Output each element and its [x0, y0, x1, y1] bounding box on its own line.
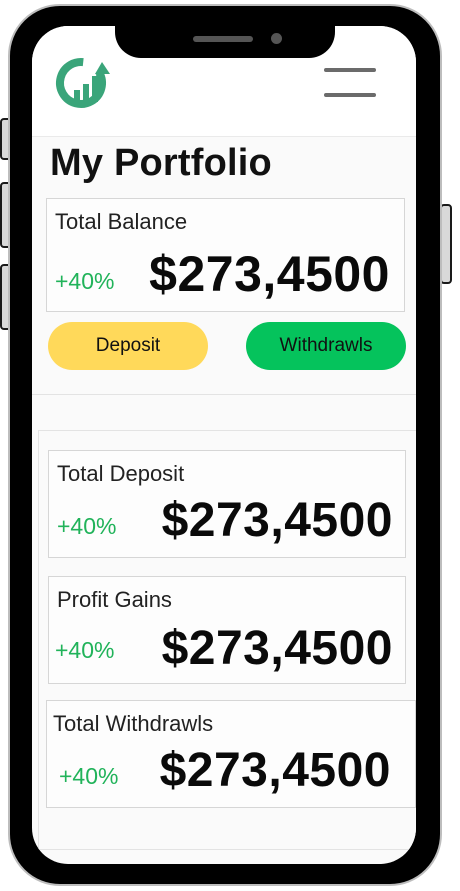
- phone-notch: [115, 22, 335, 58]
- stat-label: Profit Gains: [57, 587, 172, 612]
- withdrawals-button[interactable]: Withdrawls: [246, 322, 406, 370]
- page-title: My Portfolio: [50, 142, 272, 184]
- section-divider: [32, 394, 416, 395]
- total-withdrawals-card: Total Withdrawls +40% $273,4500: [46, 700, 416, 808]
- balance-change: +40%: [55, 268, 115, 294]
- stat-label: Total Deposit: [57, 461, 185, 486]
- profit-gains-card: Profit Gains +40% $273,4500: [48, 576, 406, 684]
- deposit-button[interactable]: Deposit: [48, 322, 208, 370]
- balance-label: Total Balance: [55, 209, 188, 234]
- app-screen: My Portfolio Total Balance +40% $273,450…: [32, 26, 416, 864]
- total-deposit-card: Total Deposit +40% $273,4500: [48, 450, 406, 558]
- speaker-grille: [193, 36, 253, 42]
- growth-logo-icon[interactable]: [52, 52, 114, 114]
- front-camera: [271, 33, 282, 44]
- total-balance-card: Total Balance +40% $273,4500: [46, 198, 405, 312]
- stat-amount: $273,4500: [159, 744, 391, 797]
- stat-amount: $273,4500: [161, 622, 393, 675]
- hamburger-menu-icon[interactable]: [324, 66, 378, 98]
- stat-label: Total Withdrawls: [53, 711, 214, 736]
- stat-change: +40%: [59, 763, 119, 789]
- stat-change: +40%: [57, 513, 117, 539]
- balance-amount: $273,4500: [149, 246, 390, 302]
- stat-change: +40%: [55, 637, 115, 663]
- stat-amount: $273,4500: [161, 494, 393, 547]
